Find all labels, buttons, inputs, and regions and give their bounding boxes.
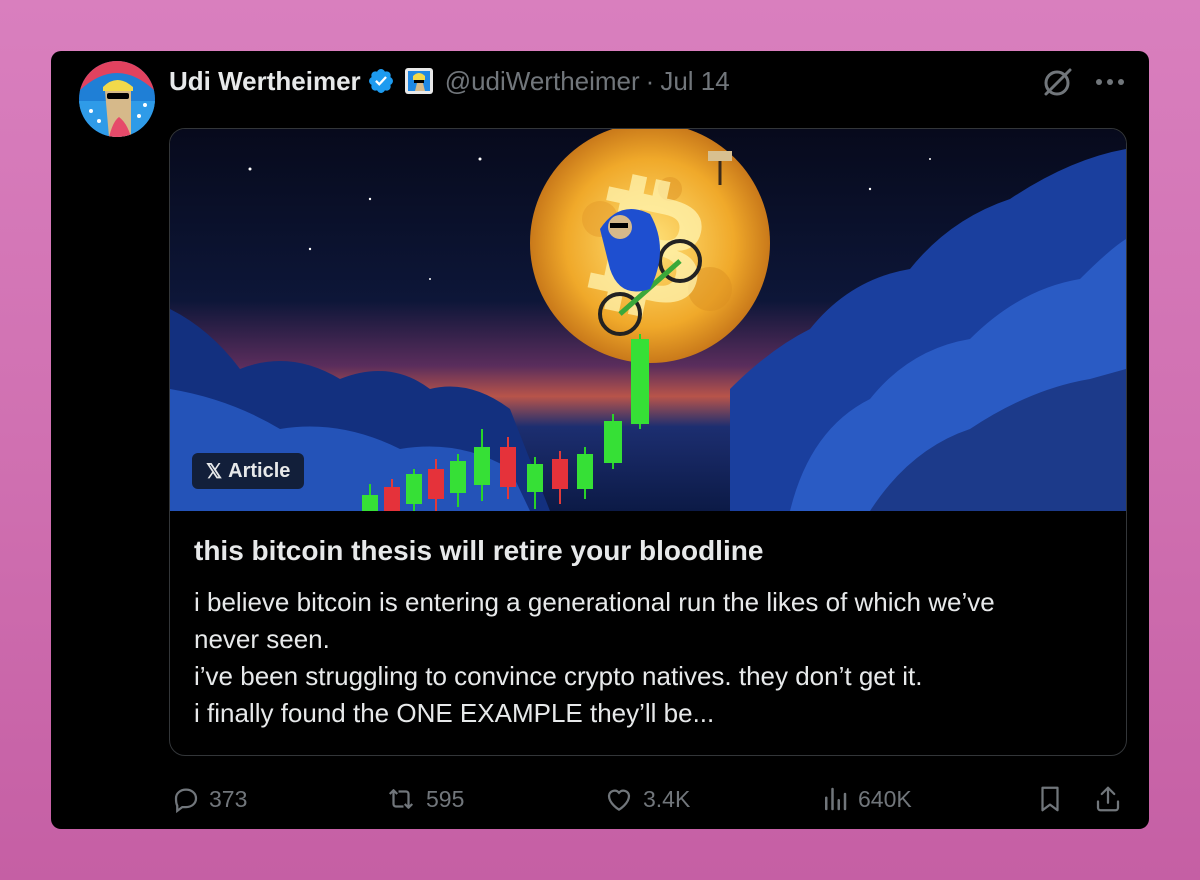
author-name[interactable]: Udi Wertheimer: [169, 66, 361, 97]
views-button[interactable]: 640K: [820, 779, 912, 819]
affiliate-avatar-icon[interactable]: [404, 67, 435, 95]
article-excerpt-line: i finally found the ONE EXAMPLE they’ll …: [194, 698, 715, 728]
article-card[interactable]: ₿: [169, 128, 1127, 756]
article-cover-image[interactable]: ₿: [170, 129, 1126, 511]
reply-count: 373: [209, 785, 248, 812]
reply-button[interactable]: 373: [171, 779, 247, 819]
repost-icon: [388, 789, 414, 809]
bookmark-button[interactable]: [1035, 779, 1073, 819]
tweet-actions: 373 595 3.4K 640K: [169, 779, 1129, 819]
author-handle[interactable]: @udiWertheimer: [445, 66, 640, 97]
more-icon[interactable]: [1093, 65, 1127, 99]
share-button[interactable]: [1093, 779, 1131, 819]
views-icon: [825, 787, 847, 811]
views-count: 640K: [858, 785, 912, 812]
share-icon: [1096, 786, 1120, 812]
grok-icon[interactable]: [1041, 65, 1075, 99]
article-excerpt-line: never seen.: [194, 624, 330, 654]
verified-badge-icon[interactable]: [367, 67, 395, 95]
reply-icon: [174, 788, 198, 814]
bookmark-icon: [1041, 786, 1059, 812]
repost-button[interactable]: 595: [384, 779, 464, 819]
tweet-date[interactable]: Jul 14: [660, 66, 729, 97]
article-badge: 𝕏 Article: [192, 453, 305, 489]
article-excerpt-line: i’ve been struggling to convince crypto …: [194, 661, 923, 691]
like-icon: [607, 789, 631, 811]
author-avatar[interactable]: [79, 61, 155, 137]
like-button[interactable]: 3.4K: [603, 779, 690, 819]
like-count: 3.4K: [643, 785, 691, 812]
repost-count: 595: [426, 785, 465, 812]
article-excerpt-line: i believe bitcoin is entering a generati…: [194, 587, 995, 617]
x-logo-icon: 𝕏: [206, 460, 223, 483]
separator: ·: [645, 65, 655, 96]
tweet-header: Udi Wertheimer @udiWertheimer · Jul 14: [169, 63, 730, 99]
article-badge-label: Article: [228, 459, 291, 482]
tweet-card[interactable]: Udi Wertheimer @udiWertheimer · Jul 14 𝕏…: [51, 51, 1149, 829]
article-title[interactable]: this bitcoin thesis will retire your blo…: [194, 533, 1104, 569]
article-excerpt: i believe bitcoin is entering a generati…: [194, 584, 1104, 732]
